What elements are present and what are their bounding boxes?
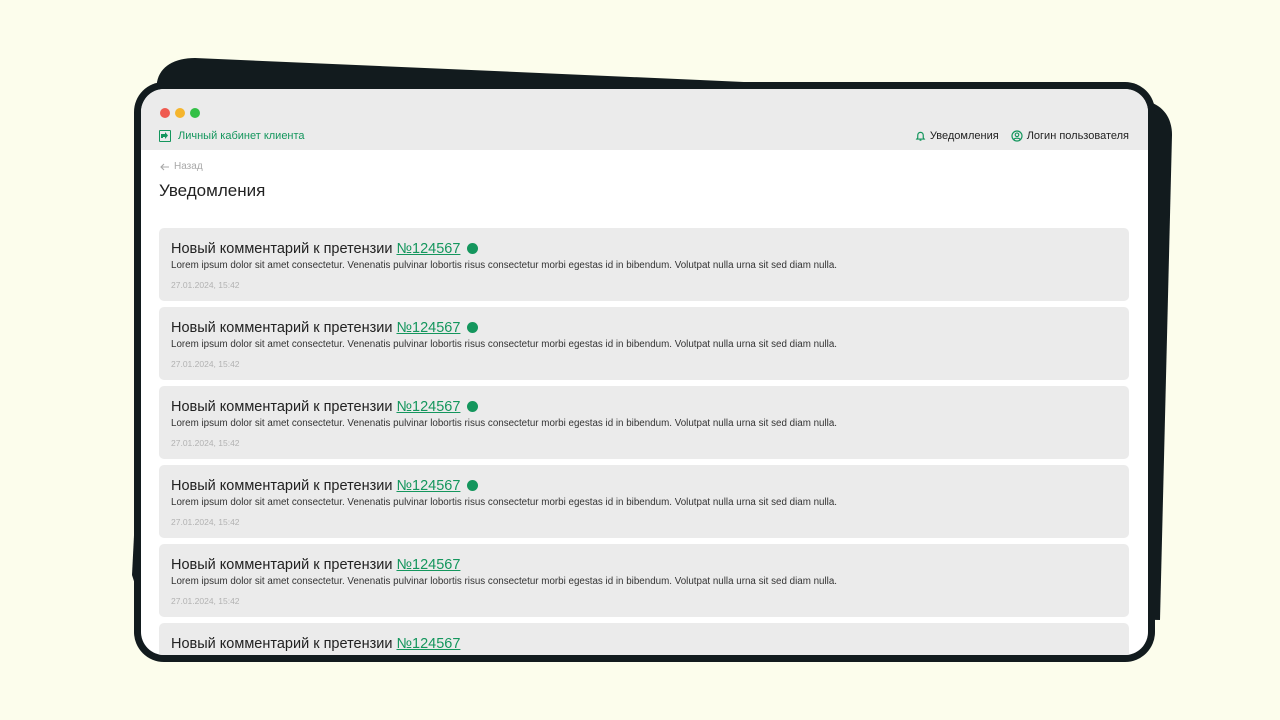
ticket-link[interactable]: №124567: [396, 320, 460, 336]
notification-text: Lorem ipsum dolor sit amet consectetur. …: [171, 260, 837, 271]
top-actions: Уведомления Логин пользователя: [915, 129, 1129, 143]
notification-title-row: Новый комментарий к претензии №124567: [171, 477, 1117, 494]
notification-text: Lorem ipsum dolor sit amet consectetur. …: [171, 576, 837, 587]
notification-title-row: Новый комментарий к претензии №124567: [171, 240, 1117, 257]
window-close-dot[interactable]: [160, 108, 170, 118]
ticket-link[interactable]: №124567: [396, 241, 460, 257]
notification-title: Новый комментарий к претензии: [171, 319, 393, 336]
notification-title-row: Новый комментарий к претензии №124567: [171, 635, 1117, 652]
brand-link[interactable]: Личный кабинет клиента: [159, 129, 305, 143]
back-link[interactable]: Назад: [160, 161, 203, 172]
notification-title: Новый комментарий к претензии: [171, 635, 393, 652]
notification-card[interactable]: Новый комментарий к претензии №124567 Lore…: [159, 307, 1129, 380]
notification-text: Lorem ipsum dolor sit amet consectetur. …: [171, 497, 837, 508]
ticket-link[interactable]: №124567: [396, 636, 460, 652]
unread-indicator: [467, 480, 479, 491]
notification-title: Новый комментарий к претензии: [171, 240, 393, 257]
ticket-link[interactable]: №124567: [396, 399, 460, 415]
top-bar: Личный кабинет клиента Уведомления Логин…: [141, 89, 1148, 150]
notification-timestamp: 27.01.2024, 15:42: [171, 359, 240, 369]
logo-icon: [159, 130, 171, 142]
page-title: Уведомления: [159, 181, 266, 200]
user-menu[interactable]: Логин пользователя: [1011, 130, 1129, 142]
window-minimize-dot[interactable]: [175, 108, 185, 118]
notifications-label: Уведомления: [929, 130, 999, 142]
brand-label: Личный кабинет клиента: [178, 130, 305, 142]
notification-title: Новый комментарий к претензии: [171, 556, 393, 573]
bell-icon: [915, 131, 926, 141]
unread-indicator: [467, 322, 479, 333]
notification-card[interactable]: Новый комментарий к претензии №124567: [159, 623, 1129, 655]
ticket-link[interactable]: №124567: [396, 478, 460, 494]
unread-indicator: [467, 243, 479, 254]
browser-window: Личный кабинет клиента Уведомления Логин…: [134, 82, 1155, 662]
notification-timestamp: 27.01.2024, 15:42: [171, 517, 240, 527]
notification-card[interactable]: Новый комментарий к претензии №124567 Lore…: [159, 465, 1129, 538]
notifications-list: Новый комментарий к претензии №124567 Lore…: [159, 228, 1129, 655]
notification-timestamp: 27.01.2024, 15:42: [171, 596, 240, 606]
notification-text: Lorem ipsum dolor sit amet consectetur. …: [171, 418, 837, 429]
browser-screen: Личный кабинет клиента Уведомления Логин…: [141, 89, 1148, 655]
notification-timestamp: 27.01.2024, 15:42: [171, 438, 240, 448]
notification-title-row: Новый комментарий к претензии №124567: [171, 319, 1117, 336]
ticket-link[interactable]: №124567: [396, 557, 460, 573]
notification-title: Новый комментарий к претензии: [171, 477, 393, 494]
arrow-left-icon: [160, 163, 169, 170]
window-maximize-dot[interactable]: [190, 108, 200, 118]
notification-title-row: Новый комментарий к претензии №124567: [171, 556, 1117, 573]
back-label: Назад: [174, 161, 203, 172]
notifications-link[interactable]: Уведомления: [915, 130, 999, 142]
notification-card[interactable]: Новый комментарий к претензии №124567 Lore…: [159, 228, 1129, 301]
notification-timestamp: 27.01.2024, 15:42: [171, 280, 240, 290]
user-circle-icon: [1011, 130, 1023, 142]
notification-title: Новый комментарий к претензии: [171, 398, 393, 415]
notification-text: Lorem ipsum dolor sit amet consectetur. …: [171, 339, 837, 350]
notification-card[interactable]: Новый комментарий к претензии №124567 Lore…: [159, 386, 1129, 459]
unread-indicator: [467, 401, 479, 412]
notification-card[interactable]: Новый комментарий к претензии №124567 Lore…: [159, 544, 1129, 617]
user-label: Логин пользователя: [1026, 130, 1129, 142]
notification-title-row: Новый комментарий к претензии №124567: [171, 398, 1117, 415]
